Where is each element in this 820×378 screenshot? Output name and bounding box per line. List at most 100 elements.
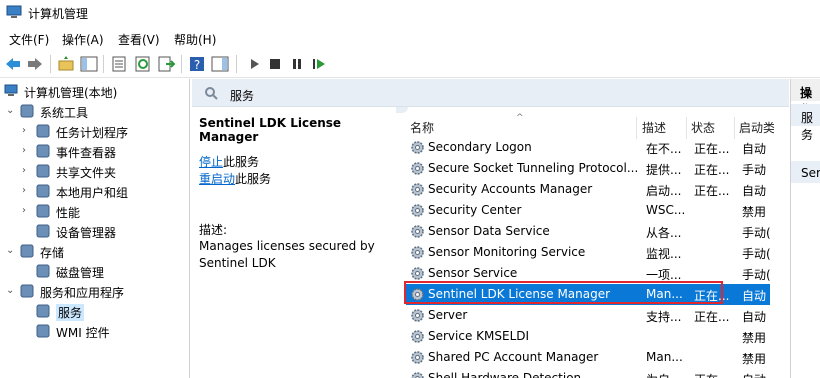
tree-item[interactable]: ⌄ 存储 [6, 242, 185, 262]
description-label: 描述: [199, 223, 228, 237]
service-row[interactable]: Secondary Logon 在不... 正在... 自动 [406, 137, 770, 158]
restart-service-link[interactable]: 重启动 [199, 172, 235, 186]
service-name: Secondary Logon [428, 140, 532, 154]
tools-icon [20, 104, 34, 118]
service-row[interactable]: Sentinel LDK License Manager Man... 正在... 自… [406, 284, 770, 305]
collapse-chevron-icon[interactable]: ⌄ [6, 105, 16, 117]
export-icon[interactable] [157, 56, 175, 72]
tree-root-label: 计算机管理(本地) [24, 86, 118, 100]
menu-view[interactable]: 查看(V) [118, 31, 160, 48]
tree-item[interactable]: › 任务计划程序 [22, 122, 185, 142]
service-row[interactable]: Sensor Data Service 从各... 手动( [406, 221, 771, 242]
service-description: Man... [646, 350, 683, 364]
tree-item[interactable]: › 性能 [22, 202, 185, 222]
menu-bar: 文件(F) 操作(A) 查看(V) 帮助(H) [0, 26, 820, 50]
performance-icon [36, 204, 50, 218]
tree-item[interactable]: › 事件查看器 [22, 142, 185, 162]
shared-folder-icon [36, 164, 50, 178]
service-gear-icon [411, 309, 424, 322]
sort-ascending-icon: ^ [516, 113, 524, 123]
tree-item-label: 服务 [56, 304, 85, 321]
service-row[interactable]: Shell Hardware Detection为自...正在...自动 [406, 368, 770, 378]
show-hide-action-pane-icon[interactable] [211, 56, 229, 72]
service-name: Sensor Monitoring Service [428, 245, 586, 259]
services-list: ^ 名称 描述 状态 启动类 Secondary Logon 在不... 正在...… [396, 107, 789, 378]
menu-action[interactable]: 操作(A) [62, 31, 104, 48]
up-folder-icon[interactable] [57, 56, 75, 72]
menu-file[interactable]: 文件(F) [9, 31, 49, 48]
storage-icon [20, 244, 34, 258]
service-row[interactable]: Service KMSELDI 禁用 [406, 326, 770, 347]
service-name: Sensor Data Service [428, 224, 550, 238]
tree-item[interactable]: ⌄ 系统工具 [6, 102, 185, 122]
expand-chevron-icon[interactable]: › [22, 165, 32, 177]
start-icon[interactable] [245, 56, 263, 72]
tree-item-label: 服务和应用程序 [40, 286, 125, 300]
service-status: 正在... [694, 371, 736, 378]
tree-root[interactable]: 计算机管理(本地) [4, 82, 189, 102]
restart-service-line: 重启动此服务 [199, 170, 271, 187]
service-name: Shared PC Account Manager [428, 350, 599, 364]
service-description: 监视... [646, 247, 682, 261]
service-row[interactable]: Sensor Monitoring Service 监视... 手动( [406, 242, 771, 263]
expand-chevron-icon[interactable]: › [22, 185, 32, 197]
tree-item[interactable]: 服务 [22, 302, 185, 322]
tree-item[interactable]: ⌄ 服务和应用程序 [6, 282, 185, 302]
service-row[interactable]: Security Center WSC... 禁用 [406, 200, 770, 221]
help-icon[interactable]: ? [188, 56, 206, 72]
tree-item[interactable]: › 本地用户和组 [22, 182, 185, 202]
column-status[interactable]: 状态 [691, 119, 715, 136]
stop-icon[interactable] [266, 56, 284, 72]
column-startup-type[interactable]: 启动类 [739, 119, 775, 136]
service-startup-type: 禁用 [742, 205, 767, 219]
properties-icon[interactable] [110, 56, 128, 72]
service-startup-type: 自动 [742, 289, 767, 303]
tree-item-label: 存储 [40, 246, 65, 260]
expand-chevron-icon[interactable]: › [22, 125, 32, 137]
actions-item-services[interactable]: 服务 [791, 104, 820, 142]
service-name: Shell Hardware Detection [428, 371, 582, 378]
service-gear-icon [411, 246, 424, 259]
service-row[interactable]: Server 支持... 正在... 自动 [406, 305, 770, 326]
tree-item[interactable]: 设备管理器 [22, 222, 185, 242]
services-header-title: 服务 [230, 89, 255, 103]
service-row[interactable]: Security Accounts Manager 启动... 正在... 自动 [406, 179, 770, 200]
forward-icon[interactable] [26, 56, 44, 72]
service-row[interactable]: Sensor Service 一项... 手动( [406, 263, 771, 284]
service-status: 正在... [694, 142, 730, 156]
service-gear-icon [411, 288, 424, 301]
service-row[interactable]: Shared PC Account Manager Man... 禁用 [406, 347, 770, 368]
service-gear-icon [411, 372, 424, 378]
back-icon[interactable] [4, 56, 22, 72]
menu-help[interactable]: 帮助(H) [174, 31, 216, 48]
services-gear-icon [36, 304, 50, 318]
restart-service-suffix: 此服务 [235, 172, 272, 186]
stop-service-link[interactable]: 停止 [199, 155, 223, 169]
tree-item[interactable]: 磁盘管理 [22, 262, 185, 282]
column-name[interactable]: 名称 [410, 119, 434, 136]
service-gear-icon [411, 351, 424, 364]
column-description[interactable]: 描述 [642, 119, 666, 136]
toolbar: ? [0, 50, 820, 78]
service-detail-panel: Sentinel LDK License Manager 停止此服务 重启动此服… [192, 107, 396, 378]
list-scrollbar[interactable] [774, 107, 790, 378]
actions-item-selected-service[interactable]: Ser [791, 161, 820, 183]
service-gear-icon [411, 162, 424, 175]
service-status: 正在... [694, 310, 730, 324]
show-hide-tree-icon[interactable] [80, 56, 98, 72]
service-status: 正在... [694, 184, 730, 198]
service-startup-type: 自动 [742, 184, 767, 198]
tree-item-label: 性能 [56, 206, 81, 220]
device-manager-icon [36, 224, 50, 238]
refresh-icon[interactable] [134, 56, 152, 72]
pause-icon[interactable] [288, 56, 306, 72]
collapse-chevron-icon[interactable]: ⌄ [6, 285, 16, 297]
restart-icon[interactable] [310, 56, 328, 72]
tree-item[interactable]: WMI 控件 [22, 322, 185, 342]
collapse-chevron-icon[interactable]: ⌄ [6, 245, 16, 257]
service-row[interactable]: Secure Socket Tunneling Protocol... 提供...… [406, 158, 770, 179]
service-name: Security Center [428, 203, 522, 217]
tree-item[interactable]: › 共享文件夹 [22, 162, 185, 182]
expand-chevron-icon[interactable]: › [22, 205, 32, 217]
expand-chevron-icon[interactable]: › [22, 145, 32, 157]
